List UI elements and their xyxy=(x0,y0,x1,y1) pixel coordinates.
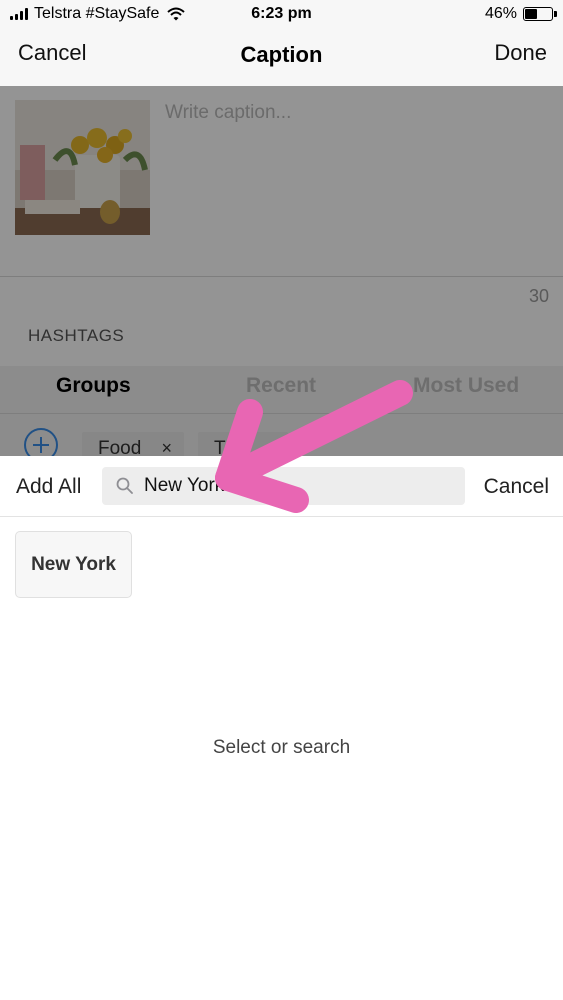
empty-state-hint: Select or search xyxy=(212,737,351,758)
battery-icon xyxy=(523,7,557,21)
search-input[interactable] xyxy=(144,475,444,497)
search-result-item[interactable]: New York xyxy=(15,531,132,598)
search-icon xyxy=(116,477,133,494)
nav-bar: Cancel Caption Done xyxy=(0,30,563,86)
battery-percent: 46% xyxy=(484,5,517,22)
status-bar: Telstra #StaySafe 6:23 pm 46% xyxy=(0,0,563,30)
done-button[interactable]: Done xyxy=(494,40,547,66)
page-title: Caption xyxy=(240,42,323,67)
dim-overlay[interactable] xyxy=(0,86,563,456)
search-bar: Add All Cancel xyxy=(0,456,563,517)
add-all-button[interactable]: Add All xyxy=(16,475,81,499)
status-right: 46% xyxy=(484,5,557,23)
status-time: 6:23 pm xyxy=(251,5,312,22)
search-cancel-button[interactable]: Cancel xyxy=(484,475,549,499)
search-field[interactable] xyxy=(102,467,465,505)
